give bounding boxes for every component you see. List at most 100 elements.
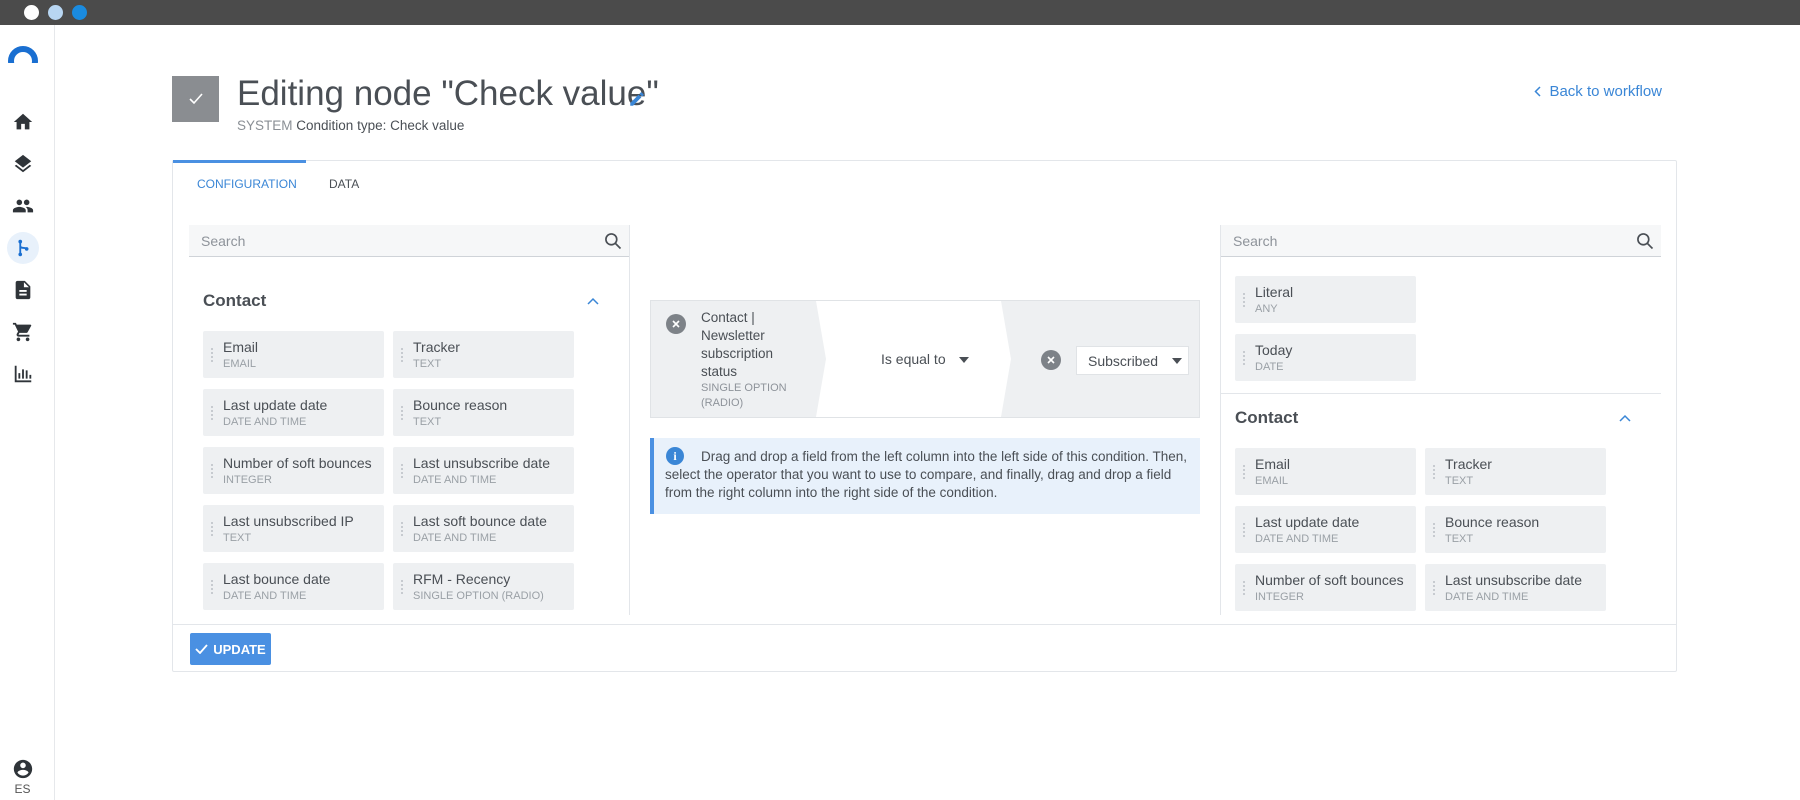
field-item[interactable]: Tracker TEXT	[393, 331, 574, 378]
field-item[interactable]: Today DATE	[1235, 334, 1416, 381]
field-item[interactable]: Last unsubscribe date DATE AND TIME	[393, 447, 574, 494]
field-type: DATE AND TIME	[223, 416, 307, 428]
field-item[interactable]: RFM - Recency SINGLE OPTION (RADIO)	[393, 563, 574, 610]
search-icon[interactable]	[1635, 231, 1655, 251]
drag-handle-icon[interactable]	[400, 579, 404, 595]
active-tab-indicator	[173, 160, 306, 163]
language-label[interactable]: ES	[0, 782, 45, 796]
drag-handle-icon[interactable]	[210, 347, 214, 363]
field-type: DATE AND TIME	[223, 590, 307, 602]
field-name: RFM - Recency	[413, 571, 511, 587]
info-text: Drag and drop a field from the left colu…	[665, 449, 1188, 500]
drag-handle-icon[interactable]	[1242, 292, 1246, 308]
drag-handle-icon[interactable]	[400, 521, 404, 537]
drag-handle-icon[interactable]	[1242, 522, 1246, 538]
field-item[interactable]: Tracker TEXT	[1425, 448, 1606, 495]
condition-builder: Contact | Newsletter subscription status…	[650, 300, 1200, 418]
window-minimize-button[interactable]	[48, 5, 63, 20]
right-search-placeholder: Search	[1233, 233, 1278, 249]
drag-handle-icon[interactable]	[210, 579, 214, 595]
chart-icon[interactable]	[7, 358, 39, 390]
right-search-input[interactable]: Search	[1221, 225, 1661, 257]
footer-divider	[173, 624, 1676, 625]
field-item[interactable]: Email EMAIL	[203, 331, 384, 378]
drag-handle-icon[interactable]	[400, 405, 404, 421]
operator-caret-icon[interactable]	[959, 357, 969, 363]
field-name: Last unsubscribe date	[1445, 572, 1582, 588]
field-type: TEXT	[413, 416, 442, 428]
field-name: Number of soft bounces	[223, 455, 372, 471]
field-item[interactable]: Last unsubscribed IP TEXT	[203, 505, 384, 552]
user-account-icon[interactable]	[12, 758, 34, 780]
drag-handle-icon[interactable]	[1242, 350, 1246, 366]
field-type: DATE AND TIME	[413, 532, 497, 544]
drag-handle-icon[interactable]	[400, 463, 404, 479]
document-icon[interactable]	[7, 274, 39, 306]
tab-data[interactable]: DATA	[329, 177, 359, 191]
contacts-icon[interactable]	[7, 190, 39, 222]
field-item[interactable]: Last update date DATE AND TIME	[1235, 506, 1416, 553]
field-item[interactable]: Email EMAIL	[1235, 448, 1416, 495]
field-type: INTEGER	[223, 474, 272, 486]
field-item[interactable]: Number of soft bounces INTEGER	[203, 447, 384, 494]
update-button[interactable]: UPDATE	[190, 633, 271, 665]
field-type: TEXT	[223, 532, 252, 544]
field-type: TEXT	[1445, 533, 1474, 545]
field-name: Number of soft bounces	[1255, 572, 1404, 588]
field-name: Last soft bounce date	[413, 513, 547, 529]
pencil-edit-icon[interactable]	[628, 90, 646, 108]
drag-handle-icon[interactable]	[1242, 464, 1246, 480]
field-item[interactable]: Last unsubscribe date DATE AND TIME	[1425, 564, 1606, 611]
field-type: ANY	[1255, 303, 1278, 315]
field-type: TEXT	[1445, 475, 1474, 487]
field-item[interactable]: Number of soft bounces INTEGER	[1235, 564, 1416, 611]
field-type: INTEGER	[1255, 591, 1304, 603]
field-name: Tracker	[1445, 456, 1492, 472]
field-item[interactable]: Bounce reason TEXT	[393, 389, 574, 436]
drag-handle-icon[interactable]	[210, 463, 214, 479]
right-section-title: Contact	[1235, 408, 1299, 427]
value-dropdown[interactable]: Subscribed	[1076, 346, 1189, 375]
field-item[interactable]: Last bounce date DATE AND TIME	[203, 563, 384, 610]
drag-handle-icon[interactable]	[1242, 580, 1246, 596]
field-type: DATE	[1255, 361, 1284, 373]
collapse-chevron-icon[interactable]	[587, 297, 599, 305]
left-search-input[interactable]: Search	[189, 225, 629, 257]
field-item[interactable]: Literal ANY	[1235, 276, 1416, 323]
back-to-workflow-link[interactable]: Back to workflow	[1534, 83, 1662, 100]
check-icon	[195, 644, 208, 654]
drag-handle-icon[interactable]	[400, 347, 404, 363]
window-maximize-button[interactable]	[72, 5, 87, 20]
tab-configuration[interactable]: CONFIGURATION	[197, 177, 297, 191]
layers-icon[interactable]	[7, 148, 39, 180]
condition-type-label: Condition type: Check value	[296, 118, 465, 133]
left-search-placeholder: Search	[201, 233, 246, 249]
operator-dropdown[interactable]: Is equal to	[881, 351, 946, 367]
drag-handle-icon[interactable]	[1432, 522, 1436, 538]
home-icon[interactable]	[7, 106, 39, 138]
drag-handle-icon[interactable]	[1432, 464, 1436, 480]
field-name: Email	[1255, 456, 1291, 472]
drag-handle-icon[interactable]	[1432, 580, 1436, 596]
system-label: SYSTEM	[237, 118, 293, 133]
condition-field-type: SINGLE OPTION (RADIO)	[701, 382, 787, 409]
field-name: Email	[223, 339, 259, 355]
workflow-icon[interactable]	[7, 232, 39, 264]
window-titlebar	[0, 0, 1800, 25]
field-type: TEXT	[413, 358, 442, 370]
drag-handle-icon[interactable]	[210, 521, 214, 537]
cart-icon[interactable]	[7, 316, 39, 348]
collapse-chevron-icon[interactable]	[1619, 414, 1631, 422]
field-item[interactable]: Last soft bounce date DATE AND TIME	[393, 505, 574, 552]
remove-value-icon[interactable]	[1041, 350, 1061, 370]
info-message: i Drag and drop a field from the left co…	[650, 438, 1200, 514]
field-item[interactable]: Last update date DATE AND TIME	[203, 389, 384, 436]
search-icon[interactable]	[603, 231, 623, 251]
logo-icon[interactable]	[7, 45, 39, 63]
value-caret-icon[interactable]	[1172, 358, 1182, 364]
window-close-button[interactable]	[24, 5, 39, 20]
page-title: Editing node "Check value"	[237, 74, 659, 113]
remove-field-icon[interactable]	[666, 314, 686, 334]
field-item[interactable]: Bounce reason TEXT	[1425, 506, 1606, 553]
drag-handle-icon[interactable]	[210, 405, 214, 421]
